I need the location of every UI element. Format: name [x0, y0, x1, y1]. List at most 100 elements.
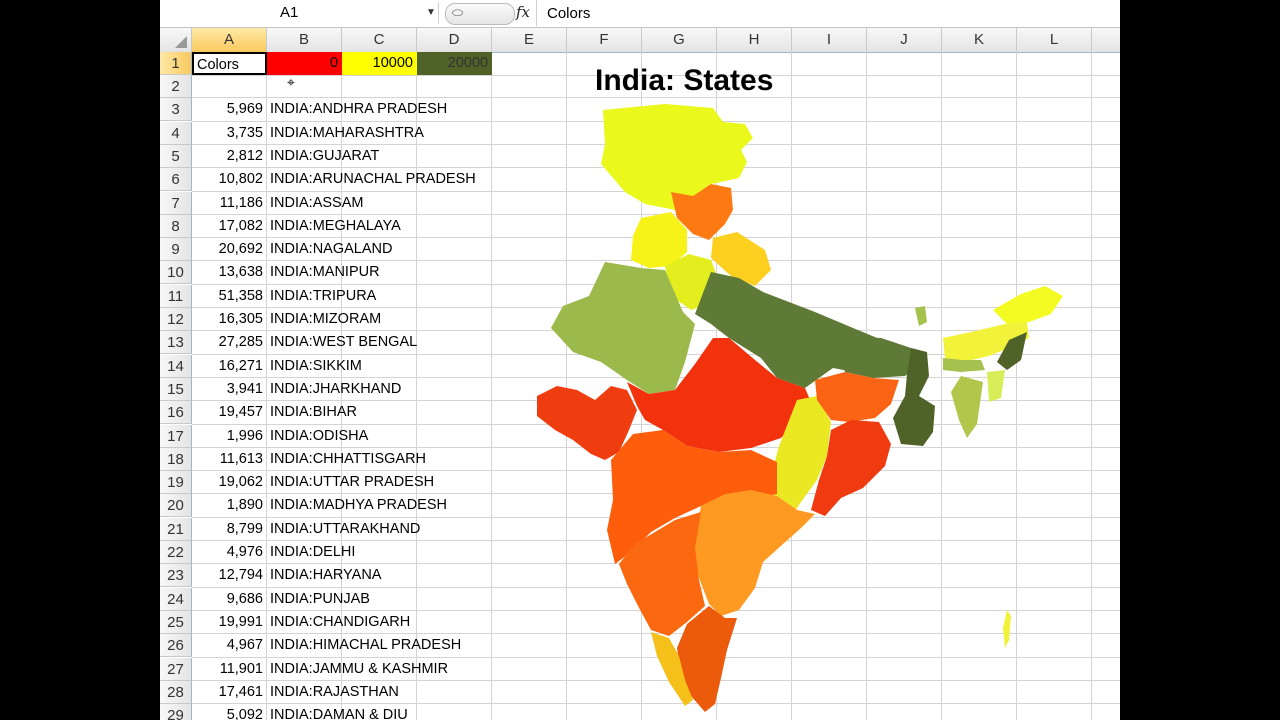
row-header-6[interactable]: 6 [160, 168, 192, 192]
row-header-23[interactable]: 23 [160, 564, 192, 588]
column-header-j[interactable]: J [867, 28, 942, 52]
row-header-12[interactable]: 12 [160, 308, 192, 331]
cell-b23[interactable]: INDIA:HARYANA [267, 564, 497, 587]
cell-a23[interactable]: 12,794 [192, 564, 267, 587]
formula-bar-splitter[interactable]: ⬭ [445, 3, 515, 25]
map-region-andaman-islands[interactable] [1003, 610, 1011, 648]
formula-input[interactable]: Colors [536, 0, 1120, 26]
cell-b9[interactable]: INDIA:NAGALAND [267, 238, 497, 261]
cell-a7[interactable]: 11,186 [192, 192, 267, 215]
cell-b4[interactable]: INDIA:MAHARASHTRA [267, 122, 497, 145]
cell-a8[interactable]: 17,082 [192, 215, 267, 238]
row-header-24[interactable]: 24 [160, 587, 192, 611]
row-header-2[interactable]: 2 [160, 75, 192, 98]
cell-a14[interactable]: 16,271 [192, 355, 267, 378]
cell-a10[interactable]: 13,638 [192, 261, 267, 284]
row-header-26[interactable]: 26 [160, 634, 192, 658]
cell-a25[interactable]: 19,991 [192, 611, 267, 634]
map-region-barak-valley[interactable] [951, 376, 983, 438]
cell-a2[interactable] [192, 75, 267, 98]
cell-a5[interactable]: 2,812 [192, 145, 267, 168]
row-header-22[interactable]: 22 [160, 541, 192, 564]
row-header-13[interactable]: 13 [160, 331, 192, 355]
cell-b8[interactable]: INDIA:MEGHALAYA [267, 215, 497, 238]
cell-b19[interactable]: INDIA:UTTAR PRADESH [267, 471, 497, 494]
row-header-10[interactable]: 10 [160, 261, 192, 285]
row-header-5[interactable]: 5 [160, 144, 192, 168]
cell-a20[interactable]: 1,890 [192, 494, 267, 517]
column-header-e[interactable]: E [492, 28, 567, 52]
column-header-k[interactable]: K [942, 28, 1017, 52]
cell-d1-high-color[interactable]: 20000 [417, 52, 492, 75]
column-header-l[interactable]: L [1017, 28, 1092, 52]
cell-a1-active[interactable]: Colors [192, 52, 267, 75]
cell-b14[interactable]: INDIA:SIKKIM [267, 355, 497, 378]
cell-a27[interactable]: 11,901 [192, 658, 267, 681]
cell-b7[interactable]: INDIA:ASSAM [267, 192, 497, 215]
cell-b1-low-color[interactable]: 0 [267, 52, 342, 75]
cell-b3[interactable]: INDIA:ANDHRA PRADESH [267, 98, 497, 121]
column-header-g[interactable]: G [642, 28, 717, 52]
cell-b5[interactable]: INDIA:GUJARAT [267, 145, 497, 168]
map-region-tripura-mizoram[interactable] [987, 370, 1005, 402]
cell-a9[interactable]: 20,692 [192, 238, 267, 261]
cell-a28[interactable]: 17,461 [192, 681, 267, 704]
cell-b15[interactable]: INDIA:JHARKHAND [267, 378, 497, 401]
cell-a4[interactable]: 3,735 [192, 122, 267, 145]
cell-a13[interactable]: 27,285 [192, 331, 267, 354]
column-header-i[interactable]: I [792, 28, 867, 52]
cell-a3[interactable]: 5,969 [192, 98, 267, 121]
map-region-meghalaya[interactable] [943, 358, 985, 372]
cell-a15[interactable]: 3,941 [192, 378, 267, 401]
cell-b12[interactable]: INDIA:MIZORAM [267, 308, 497, 331]
cell-a17[interactable]: 1,996 [192, 425, 267, 448]
row-header-9[interactable]: 9 [160, 238, 192, 262]
row-header-4[interactable]: 4 [160, 121, 192, 145]
row-header-8[interactable]: 8 [160, 214, 192, 238]
row-header-29[interactable]: 29 [160, 704, 192, 720]
row-header-3[interactable]: 3 [160, 98, 192, 122]
row-header-20[interactable]: 20 [160, 494, 192, 518]
cell-b13[interactable]: INDIA:WEST BENGAL [267, 331, 497, 354]
cell-a18[interactable]: 11,613 [192, 448, 267, 471]
row-header-21[interactable]: 21 [160, 517, 192, 541]
cell-a29[interactable]: 5,092 [192, 704, 267, 720]
cell-b2[interactable] [267, 75, 497, 98]
cell-b24[interactable]: INDIA:PUNJAB [267, 588, 497, 611]
column-header-f[interactable]: F [567, 28, 642, 52]
cell-b28[interactable]: INDIA:RAJASTHAN [267, 681, 497, 704]
cell-a26[interactable]: 4,967 [192, 634, 267, 657]
map-region-andhra-pradesh[interactable] [693, 490, 815, 616]
cell-a6[interactable]: 10,802 [192, 168, 267, 191]
row-header-28[interactable]: 28 [160, 680, 192, 704]
cell-a12[interactable]: 16,305 [192, 308, 267, 331]
select-all-button[interactable] [160, 28, 192, 52]
row-header-27[interactable]: 27 [160, 657, 192, 681]
cell-b17[interactable]: INDIA:ODISHA [267, 425, 497, 448]
cell-a21[interactable]: 8,799 [192, 518, 267, 541]
row-header-11[interactable]: 11 [160, 284, 192, 308]
cell-b25[interactable]: INDIA:CHANDIGARH [267, 611, 497, 634]
cell-a24[interactable]: 9,686 [192, 588, 267, 611]
column-header-b[interactable]: B [267, 28, 342, 52]
cell-b21[interactable]: INDIA:UTTARAKHAND [267, 518, 497, 541]
row-header-19[interactable]: 19 [160, 471, 192, 495]
map-region-jharkhand[interactable] [815, 372, 899, 422]
row-header-14[interactable]: 14 [160, 354, 192, 378]
cell-b16[interactable]: INDIA:BIHAR [267, 401, 497, 424]
row-header-7[interactable]: 7 [160, 191, 192, 215]
cell-b26[interactable]: INDIA:HIMACHAL PRADESH [267, 634, 497, 657]
column-header-h[interactable]: H [717, 28, 792, 52]
column-header-a[interactable]: A [192, 28, 267, 52]
cell-b6[interactable]: INDIA:ARUNACHAL PRADESH [267, 168, 497, 191]
cell-a19[interactable]: 19,062 [192, 471, 267, 494]
cell-b11[interactable]: INDIA:TRIPURA [267, 285, 497, 308]
cell-b29[interactable]: INDIA:DAMAN & DIU [267, 704, 497, 720]
cell-a16[interactable]: 19,457 [192, 401, 267, 424]
chevron-down-icon[interactable]: ▼ [426, 2, 436, 24]
insert-function-icon[interactable]: fx [516, 3, 530, 21]
cell-a11[interactable]: 51,358 [192, 285, 267, 308]
cell-b10[interactable]: INDIA:MANIPUR [267, 261, 497, 284]
name-box[interactable]: A1 ▼ [160, 2, 439, 24]
map-region-sikkim[interactable] [915, 306, 927, 326]
